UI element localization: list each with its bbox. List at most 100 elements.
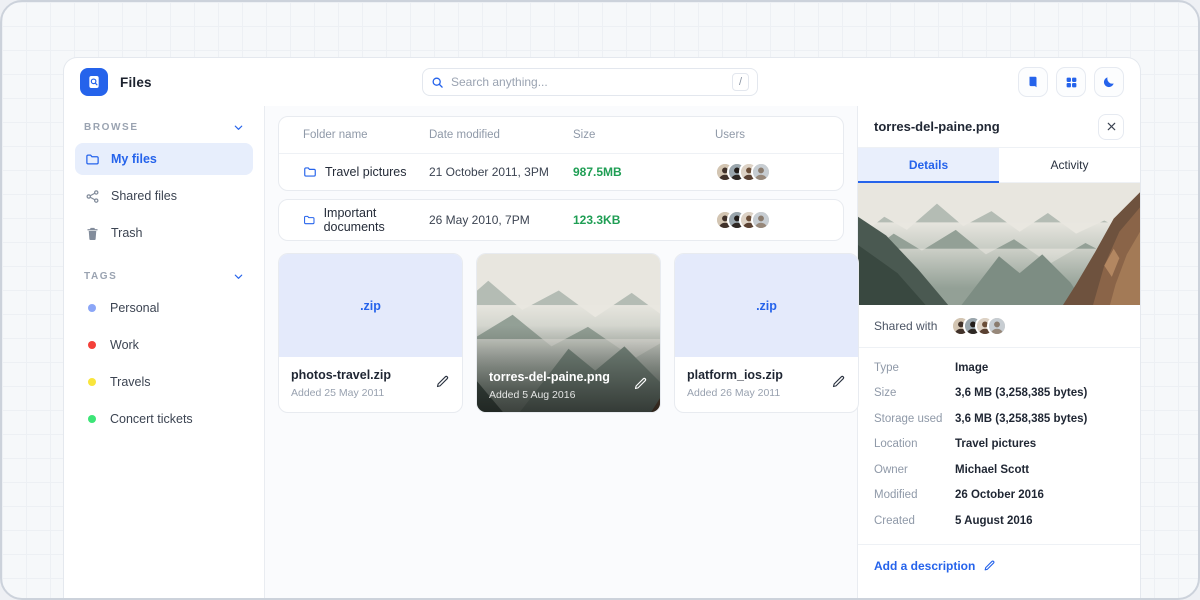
pencil-icon (633, 376, 648, 391)
tag-dot (88, 415, 96, 423)
shared-avatar-group (951, 316, 1007, 336)
detail-row-owner: Owner Michael Scott (874, 457, 1124, 483)
edit-button[interactable] (633, 376, 648, 396)
add-description-label: Add a description (874, 559, 975, 573)
tags-section-header[interactable]: TAGS (75, 269, 253, 292)
trash-icon (85, 226, 100, 241)
bookmark-button[interactable] (1018, 67, 1048, 97)
sidebar-item-label: Trash (111, 226, 143, 240)
file-added-date: Added 25 May 2011 (291, 387, 450, 399)
table-row-important-documents[interactable]: Important documents 26 May 2010, 7PM 123… (279, 200, 843, 240)
pencil-icon (831, 374, 846, 389)
app-title: Files (120, 75, 152, 90)
file-card-platform-ios-zip[interactable]: .zip platform_ios.zip Added 26 May 2011 (674, 253, 859, 413)
folder-table-row-card: Important documents 26 May 2010, 7PM 123… (278, 199, 844, 241)
edit-button[interactable] (831, 374, 846, 394)
tag-item-work[interactable]: Work (75, 329, 253, 361)
app-logo-icon[interactable] (80, 68, 108, 96)
file-cards-row: .zip photos-travel.zip Added 25 May 2011 (278, 253, 844, 413)
tag-item-concert-tickets[interactable]: Concert tickets (75, 403, 253, 435)
sidebar-item-label: My files (111, 152, 157, 166)
file-card-torres-del-paine-png[interactable]: torres-del-paine.png Added 5 Aug 2016 (476, 253, 661, 413)
zip-extension-label: .zip (756, 299, 777, 313)
folder-name: Important documents (324, 206, 429, 234)
tag-item-personal[interactable]: Personal (75, 292, 253, 324)
detail-key: Location (874, 438, 955, 450)
tags-section: TAGS Personal Work (75, 269, 253, 435)
folder-icon (303, 213, 316, 227)
tag-label: Personal (110, 301, 159, 315)
detail-row-created: Created 5 August 2016 (874, 508, 1124, 534)
edit-button[interactable] (435, 374, 450, 394)
close-button[interactable] (1098, 114, 1124, 140)
browse-label: BROWSE (84, 122, 139, 133)
detail-key: Storage used (874, 413, 955, 425)
file-added-date: Added 26 May 2011 (687, 387, 846, 399)
main-layout: BROWSE My files Shared fi (64, 106, 1140, 598)
file-preview-image (858, 183, 1140, 305)
search-input[interactable] (451, 75, 725, 89)
details-list: Type Image Size 3,6 MB (3,258,385 bytes)… (858, 348, 1140, 545)
folder-name: Travel pictures (325, 165, 407, 179)
details-panel: torres-del-paine.png Details Activity S (857, 106, 1140, 598)
detail-value: 3,6 MB (3,258,385 bytes) (955, 387, 1087, 399)
detail-row-modified: Modified 26 October 2016 (874, 483, 1124, 509)
files-app-window: Files / (63, 57, 1141, 598)
users-avatar-group (715, 162, 819, 182)
content-area: Folder name Date modified Size Users Tra… (265, 106, 857, 598)
tag-dot (88, 378, 96, 386)
file-name: platform_ios.zip (687, 368, 846, 382)
detail-key: Type (874, 362, 955, 374)
table-header-row: Folder name Date modified Size Users (279, 117, 843, 154)
tags-label: TAGS (84, 271, 117, 282)
detail-value: Image (955, 362, 988, 374)
folder-icon (85, 152, 100, 167)
panel-header: torres-del-paine.png (858, 106, 1140, 148)
tag-label: Work (110, 338, 139, 352)
sidebar: BROWSE My files Shared fi (64, 106, 265, 598)
detail-row-location: Location Travel pictures (874, 432, 1124, 458)
detail-row-storage-used: Storage used 3,6 MB (3,258,385 bytes) (874, 406, 1124, 432)
grid-icon (1065, 76, 1078, 89)
sidebar-item-trash[interactable]: Trash (75, 217, 253, 249)
tag-item-travels[interactable]: Travels (75, 366, 253, 398)
bookmark-icon (1026, 75, 1040, 89)
sidebar-item-my-files[interactable]: My files (75, 143, 253, 175)
detail-row-type: Type Image (874, 355, 1124, 381)
detail-value: 26 October 2016 (955, 489, 1044, 501)
date-modified: 26 May 2010, 7PM (429, 213, 573, 227)
file-name: photos-travel.zip (291, 368, 450, 382)
pencil-icon (983, 559, 996, 572)
sidebar-item-shared-files[interactable]: Shared files (75, 180, 253, 212)
pencil-icon (435, 374, 450, 389)
search-bar[interactable]: / (422, 68, 758, 96)
zip-preview: .zip (675, 254, 858, 357)
shared-with-label: Shared with (874, 319, 937, 333)
date-modified: 21 October 2011, 3PM (429, 165, 573, 179)
search-icon (431, 76, 444, 89)
avatar (751, 162, 771, 182)
shared-with-row: Shared with (858, 305, 1140, 348)
tab-details[interactable]: Details (858, 148, 999, 183)
chevron-down-icon (233, 271, 244, 282)
tag-label: Concert tickets (110, 412, 193, 426)
browse-section-header[interactable]: BROWSE (75, 120, 253, 143)
tag-dot (88, 304, 96, 312)
panel-tabs: Details Activity (858, 148, 1140, 183)
folder-size: 123.3KB (573, 213, 715, 227)
column-header-folder-name: Folder name (303, 129, 429, 141)
detail-key: Modified (874, 489, 955, 501)
column-header-users: Users (715, 129, 819, 141)
table-row-travel-pictures[interactable]: Travel pictures 21 October 2011, 3PM 987… (279, 154, 843, 190)
search-shortcut-badge: / (732, 73, 749, 91)
add-description-button[interactable]: Add a description (858, 545, 1140, 587)
dark-mode-button[interactable] (1094, 67, 1124, 97)
file-card-photos-travel-zip[interactable]: .zip photos-travel.zip Added 25 May 2011 (278, 253, 463, 413)
zip-preview: .zip (279, 254, 462, 357)
folder-table: Folder name Date modified Size Users Tra… (278, 116, 844, 191)
avatar (987, 316, 1007, 336)
tab-activity[interactable]: Activity (999, 148, 1140, 183)
grid-view-button[interactable] (1056, 67, 1086, 97)
desktop-background: Files / (0, 0, 1200, 600)
column-header-date-modified: Date modified (429, 129, 573, 141)
